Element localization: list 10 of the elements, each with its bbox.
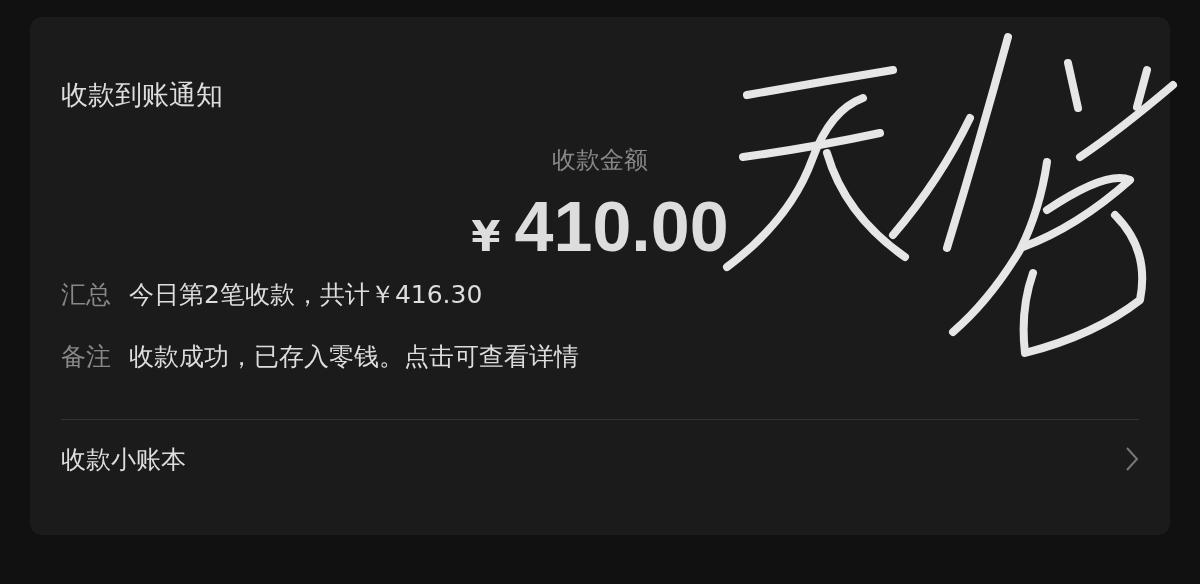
field-value: 今日第2笔收款，共计￥416.30 xyxy=(129,279,483,311)
currency-symbol: ¥ xyxy=(471,212,501,261)
ledger-link[interactable]: 收款小账本 xyxy=(61,440,1139,478)
chevron-right-icon xyxy=(1125,446,1139,472)
card-title: 收款到账通知 xyxy=(61,78,224,112)
field-label: 备注 xyxy=(61,341,111,373)
amount-value: 410.00 xyxy=(514,187,729,267)
field-value: 收款成功，已存入零钱。点击可查看详情 xyxy=(129,341,579,373)
amount-label: 收款金额 xyxy=(552,145,648,176)
field-label: 汇总 xyxy=(61,279,111,311)
